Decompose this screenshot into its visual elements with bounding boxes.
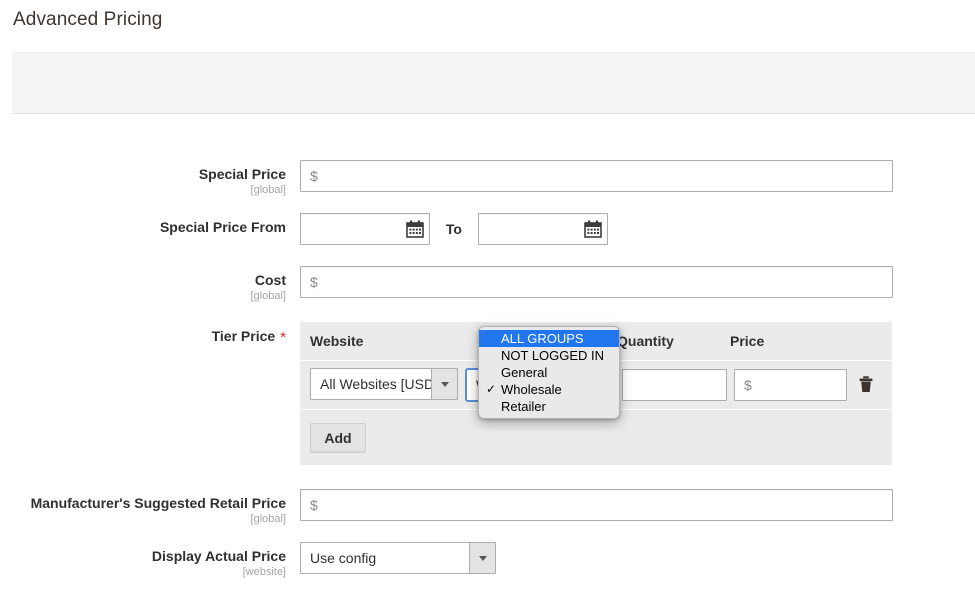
control-special-price	[300, 160, 893, 192]
special-price-input[interactable]	[300, 160, 893, 192]
dropdown-option-retailer[interactable]: Retailer	[479, 398, 619, 415]
website-select[interactable]: All Websites [USD]	[310, 368, 458, 400]
cost-input[interactable]	[300, 266, 893, 298]
cell-quantity	[622, 369, 734, 401]
label-display-actual-price: Display Actual Price [website]	[0, 542, 300, 579]
quantity-input[interactable]	[622, 369, 727, 401]
field-cost: Cost [global]	[0, 266, 893, 303]
dropdown-option-wholesale[interactable]: Wholesale	[479, 381, 619, 398]
control-special-price-from: To	[300, 213, 608, 245]
field-special-price: Special Price [global]	[0, 160, 893, 197]
dropdown-option-not-logged-in[interactable]: NOT LOGGED IN	[479, 347, 619, 364]
column-header-quantity: Quantity	[617, 333, 730, 349]
label-special-price-from: Special Price From	[0, 213, 300, 236]
customer-group-dropdown-menu[interactable]: ALL GROUPS NOT LOGGED IN General Wholesa…	[478, 326, 620, 419]
date-to-wrap	[478, 213, 608, 245]
add-tier-price-button[interactable]: Add	[310, 423, 366, 453]
page-title: Advanced Pricing	[13, 7, 162, 33]
label-display-actual-price-text: Display Actual Price	[152, 548, 286, 564]
scope-msrp: [global]	[0, 512, 286, 526]
label-tier-price: Tier Price*	[0, 322, 300, 346]
cell-price	[734, 369, 847, 401]
label-cost-text: Cost	[255, 272, 286, 288]
chevron-down-icon-display-actual-price	[469, 543, 495, 573]
field-display-actual-price: Display Actual Price [website] Use confi…	[0, 542, 496, 579]
display-actual-price-value: Use config	[301, 543, 495, 573]
msrp-input[interactable]	[300, 489, 893, 521]
calendar-icon-from[interactable]	[404, 218, 426, 240]
required-marker-tier-price: *	[280, 329, 286, 346]
label-msrp: Manufacturer's Suggested Retail Price [g…	[0, 489, 300, 526]
control-display-actual-price: Use config	[300, 542, 496, 576]
dropdown-option-general[interactable]: General	[479, 364, 619, 381]
section-placeholder-bar	[12, 52, 975, 114]
label-tier-price-text: Tier Price	[212, 328, 276, 344]
label-msrp-text: Manufacturer's Suggested Retail Price	[31, 495, 286, 511]
label-special-price-from-text: Special Price From	[160, 219, 286, 235]
control-msrp	[300, 489, 893, 521]
field-special-price-from: Special Price From	[0, 213, 608, 245]
display-actual-price-select[interactable]: Use config	[300, 542, 496, 574]
field-msrp: Manufacturer's Suggested Retail Price [g…	[0, 489, 893, 526]
label-special-price-text: Special Price	[199, 166, 286, 182]
scope-special-price: [global]	[0, 183, 286, 197]
calendar-icon-to[interactable]	[582, 218, 604, 240]
control-cost	[300, 266, 893, 298]
column-header-price: Price	[730, 333, 850, 349]
price-input[interactable]	[734, 369, 847, 401]
dropdown-option-all-groups[interactable]: ALL GROUPS	[479, 330, 619, 347]
cell-website: All Websites [USD]	[310, 368, 465, 402]
column-header-website: Website	[310, 333, 460, 349]
field-tier-price: Tier Price* Website Quantity Price All W…	[0, 322, 892, 465]
date-from-wrap	[300, 213, 430, 245]
label-cost: Cost [global]	[0, 266, 300, 303]
trash-icon[interactable]	[856, 373, 876, 397]
scope-cost: [global]	[0, 289, 286, 303]
scope-display-actual-price: [website]	[0, 565, 286, 579]
label-to: To	[446, 213, 462, 245]
chevron-down-icon-website	[431, 369, 457, 399]
label-special-price: Special Price [global]	[0, 160, 300, 197]
